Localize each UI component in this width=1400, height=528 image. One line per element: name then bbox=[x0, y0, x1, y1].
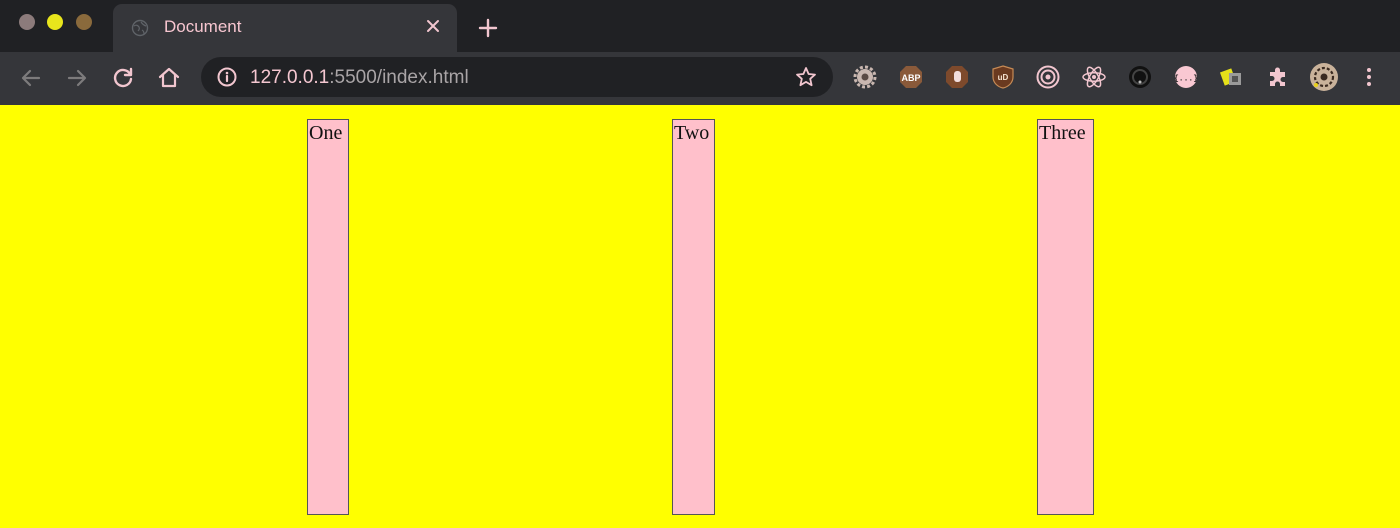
close-icon[interactable] bbox=[422, 15, 444, 37]
color-picker-extension-icon[interactable] bbox=[1219, 64, 1245, 90]
column-box-one: One bbox=[307, 119, 349, 515]
react-devtools-icon[interactable] bbox=[1081, 64, 1107, 90]
puzzle-extensions-icon[interactable] bbox=[1265, 64, 1291, 90]
ublock-origin-icon[interactable]: uD bbox=[990, 64, 1016, 90]
url-host: 127.0.0.1 bbox=[250, 67, 330, 88]
json-viewer-icon[interactable]: {...} bbox=[1173, 64, 1199, 90]
window-minimize-button[interactable] bbox=[47, 14, 63, 30]
tab-strip: Document bbox=[0, 0, 1400, 52]
ublock-origin-label: uD bbox=[998, 73, 1009, 82]
plus-icon[interactable] bbox=[474, 14, 502, 42]
forward-arrow-icon[interactable] bbox=[63, 64, 91, 92]
column-box-two: Two bbox=[672, 119, 715, 515]
target-extension-icon[interactable] bbox=[1035, 64, 1061, 90]
url-text[interactable]: 127.0.0.1:5500/index.html bbox=[250, 67, 469, 89]
globe-icon bbox=[131, 19, 149, 37]
kebab-menu-icon[interactable] bbox=[1356, 64, 1382, 90]
back-arrow-icon[interactable] bbox=[17, 64, 45, 92]
home-icon[interactable] bbox=[155, 64, 183, 92]
adblock-plus-icon[interactable]: ABP bbox=[898, 64, 924, 90]
address-bar[interactable]: 127.0.0.1:5500/index.html bbox=[201, 57, 833, 97]
tab-title: Document bbox=[164, 17, 242, 36]
window-close-button[interactable] bbox=[19, 14, 35, 30]
dark-circle-extension-icon[interactable] bbox=[1127, 64, 1153, 90]
url-path: :5500/index.html bbox=[329, 67, 469, 88]
json-viewer-label: {...} bbox=[1174, 75, 1198, 84]
column-label-two: Two bbox=[674, 122, 710, 144]
profile-avatar[interactable] bbox=[1309, 62, 1339, 92]
column-label-three: Three bbox=[1039, 122, 1086, 144]
star-icon[interactable] bbox=[794, 65, 818, 89]
adblock-plus-label: ABP bbox=[901, 73, 920, 83]
browser-toolbar: 127.0.0.1:5500/index.html ABP uD {...} bbox=[0, 52, 1400, 105]
gear-extension-icon[interactable] bbox=[852, 64, 878, 90]
column-box-three: Three bbox=[1037, 119, 1094, 515]
tab-document[interactable]: Document bbox=[113, 4, 457, 52]
column-label-one: One bbox=[309, 122, 343, 144]
info-icon[interactable] bbox=[216, 66, 238, 88]
page-viewport: One Two Three bbox=[0, 105, 1400, 528]
window-maximize-button[interactable] bbox=[76, 14, 92, 30]
stop-hand-extension-icon[interactable] bbox=[944, 64, 970, 90]
reload-icon[interactable] bbox=[109, 64, 137, 92]
